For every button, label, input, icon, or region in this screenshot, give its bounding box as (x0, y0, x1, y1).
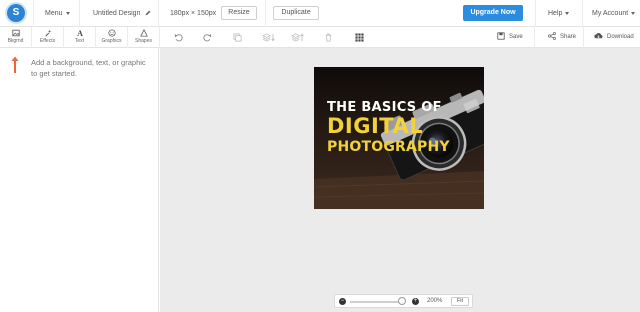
divider (33, 0, 34, 27)
download-label: Download (607, 34, 634, 40)
zoom-percentage: 200% (427, 298, 443, 304)
divider (79, 0, 80, 27)
chevron-down-icon (65, 11, 70, 15)
divider (582, 0, 583, 27)
share-icon (548, 32, 556, 41)
download-button[interactable]: Download (594, 27, 634, 48)
design-title-line-2: DIGITAL (327, 114, 424, 138)
svg-text:A: A (77, 29, 83, 37)
zoom-in-icon[interactable]: + (412, 298, 419, 305)
undo-icon[interactable] (174, 33, 183, 42)
tool-label: Graphics (101, 38, 122, 44)
save-button[interactable]: Save (497, 27, 523, 48)
canvas-area: THE BASICS OF DIGITAL PHOTOGRAPHY − + 20… (160, 48, 640, 312)
camera-photo (314, 67, 484, 209)
chevron-down-icon (631, 11, 636, 15)
grid-icon[interactable] (355, 33, 364, 42)
account-menu[interactable]: My Account (592, 0, 636, 27)
pencil-icon (146, 10, 151, 16)
send-backward-icon[interactable] (262, 33, 275, 42)
tool-shapes[interactable]: Shapes (128, 27, 160, 48)
share-label: Share (560, 34, 577, 40)
design-name[interactable]: Untitled Design (93, 0, 151, 27)
menu-button[interactable]: Menu (45, 0, 70, 27)
tool-effects[interactable]: Effects (32, 27, 64, 48)
share-button[interactable]: Share (548, 27, 576, 48)
app-logo[interactable]: S (7, 4, 25, 22)
zoom-out-icon[interactable]: − (339, 298, 346, 305)
dimensions-label: 180px × 150px (170, 10, 217, 17)
zoom-slider-handle[interactable] (398, 297, 406, 305)
divider (583, 27, 584, 48)
background-icon (11, 29, 20, 37)
trash-icon[interactable] (324, 33, 333, 42)
resize-button[interactable]: Resize (221, 6, 257, 20)
account-label: My Account (592, 10, 629, 17)
tool-label: Effects (39, 38, 56, 44)
divider (158, 0, 159, 27)
design-title-line-1: THE BASICS OF (327, 100, 442, 115)
top-bar: S Menu Untitled Design 180px × 150px Res… (0, 0, 640, 27)
help-menu[interactable]: Help (548, 0, 570, 27)
copy-icon[interactable] (233, 33, 242, 42)
upgrade-button[interactable]: Upgrade Now (463, 5, 523, 21)
divider (265, 0, 266, 27)
left-panel: Add a background, text, or graphic to ge… (0, 48, 159, 312)
divider (535, 0, 536, 27)
shapes-icon (139, 29, 148, 37)
graphics-icon (107, 29, 116, 37)
text-icon: A (77, 29, 83, 37)
design-title-line-3: PHOTOGRAPHY (327, 139, 450, 155)
fit-button[interactable]: Fit (451, 297, 469, 306)
design-canvas[interactable]: THE BASICS OF DIGITAL PHOTOGRAPHY (314, 67, 484, 209)
zoom-slider[interactable] (350, 301, 402, 303)
menu-label: Menu (45, 10, 63, 17)
arrow-up-icon (11, 56, 19, 73)
editor-toolbar: Bkgrnd Effects A Text Graphics Shapes Sa… (0, 27, 640, 48)
zoom-control: − + 200% Fit (334, 294, 473, 308)
tool-label: Text (74, 38, 85, 44)
help-label: Help (548, 10, 563, 17)
duplicate-button[interactable]: Duplicate (273, 6, 319, 20)
tool-graphics[interactable]: Graphics (96, 27, 128, 48)
bring-forward-icon[interactable] (291, 33, 304, 42)
design-name-label: Untitled Design (93, 10, 141, 17)
save-label: Save (509, 34, 523, 40)
tool-text[interactable]: A Text (64, 27, 96, 48)
cloud-download-icon (594, 33, 603, 39)
effects-icon (44, 29, 51, 37)
tool-background[interactable]: Bkgrnd (0, 27, 32, 48)
divider (534, 27, 535, 48)
redo-icon[interactable] (203, 33, 212, 42)
chevron-down-icon (565, 11, 570, 15)
tool-label: Bkgrnd (7, 38, 24, 44)
tool-label: Shapes (135, 38, 152, 44)
save-icon (497, 32, 505, 41)
get-started-hint: Add a background, text, or graphic to ge… (31, 58, 146, 78)
